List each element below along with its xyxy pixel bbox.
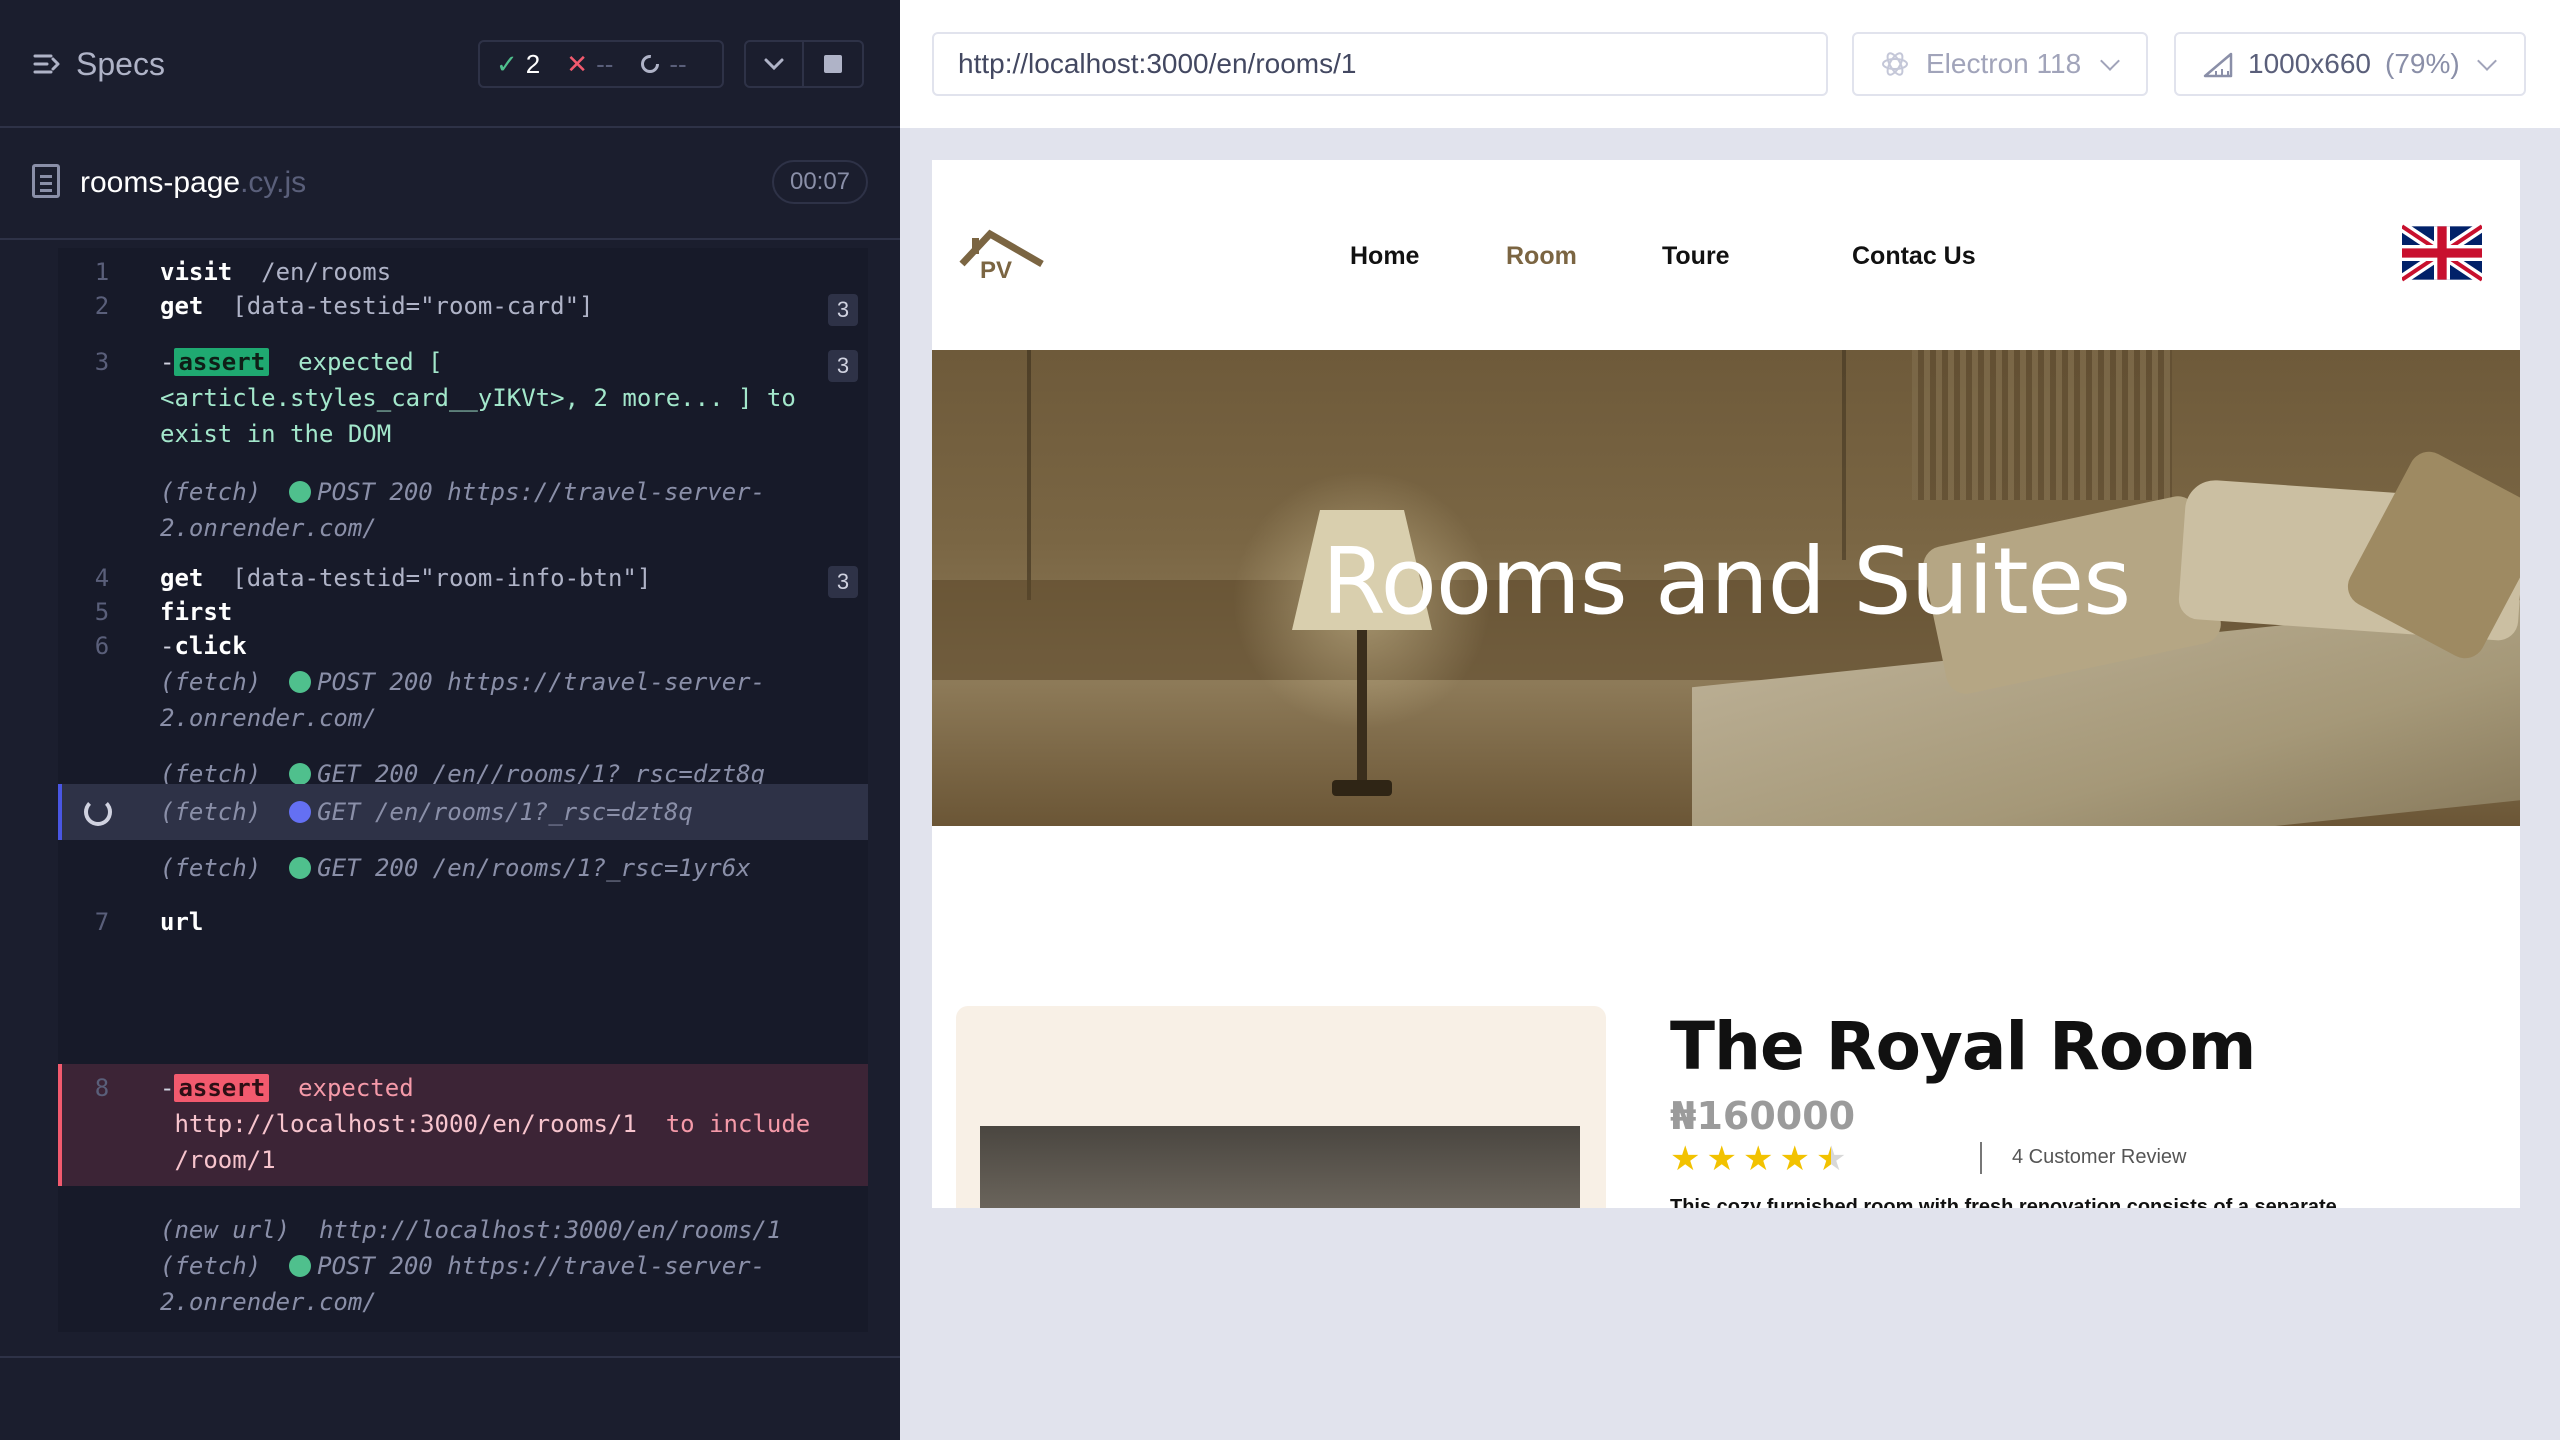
- command-log: 1 visit /en/rooms 2 get [data-testid="ro…: [58, 248, 868, 1332]
- status-dot-icon: [289, 1255, 312, 1277]
- spinner-icon: [84, 798, 112, 826]
- room-image-card: [956, 1006, 1606, 1208]
- specs-toggle-button[interactable]: Specs: [32, 44, 165, 84]
- stop-icon: [824, 55, 842, 73]
- browser-name: Electron 118: [1926, 48, 2082, 79]
- zoom-level: (79%): [2385, 48, 2460, 79]
- test-stats: ✓ 2 ✕ -- --: [478, 40, 724, 88]
- chevron-down-icon: [2100, 51, 2121, 71]
- uk-flag-icon[interactable]: [2402, 224, 2482, 282]
- assert-badge: assert: [174, 1074, 270, 1102]
- cross-icon: ✕: [566, 48, 589, 79]
- collapse-button[interactable]: [744, 40, 804, 88]
- command-row: 8 - assert expected http://localhost:3000…: [94, 1074, 811, 1174]
- fetch-row[interactable]: (fetch) POST 200 https://travel-server- 2.…: [58, 1248, 868, 1320]
- svg-text:PV: PV: [980, 257, 1012, 284]
- specs-label: Specs: [76, 45, 165, 82]
- status-dot-icon: [289, 801, 312, 823]
- app-preview-panel: http://localhost:3000/en/rooms/1 Electro…: [900, 0, 2560, 1440]
- element-count-badge: 3: [828, 294, 858, 326]
- site-navbar: PV Home Room Toure Contac Us: [932, 160, 2520, 350]
- divider: [0, 1356, 900, 1358]
- url-bar[interactable]: http://localhost:3000/en/rooms/1: [932, 32, 1828, 96]
- failed-count: --: [596, 48, 614, 79]
- command-row[interactable]: 3 - assert expected [ <article.styles_car…: [58, 344, 868, 452]
- star-icon: ★: [1670, 1140, 1701, 1178]
- nav-home[interactable]: Home: [1350, 242, 1419, 271]
- nav-contact[interactable]: Contac Us: [1852, 242, 1976, 271]
- passed-count: 2: [525, 48, 541, 79]
- assert-badge: assert: [174, 348, 270, 376]
- menu-expand-icon: [33, 54, 60, 74]
- command-row[interactable]: 2 get [data-testid="room-card"] 3: [58, 288, 868, 332]
- status-dot-icon: [289, 671, 312, 693]
- preview-toolbar: http://localhost:3000/en/rooms/1 Electro…: [900, 0, 2560, 128]
- room-description: This cozy furnished room with fresh reno…: [1670, 1196, 2337, 1208]
- hero-title: Rooms and Suites: [1321, 528, 2131, 635]
- star-icon: ★: [1779, 1140, 1810, 1178]
- ruler-icon: [2203, 52, 2233, 78]
- command-log-panel: Specs ✓ 2 ✕ -- -- rooms-page.cy.js 00:07…: [0, 0, 900, 1440]
- viewport-size: 1000x660: [2248, 48, 2372, 79]
- element-count-badge: 3: [828, 350, 858, 382]
- check-icon: ✓: [496, 48, 518, 79]
- status-dot-icon: [289, 857, 312, 879]
- spec-file-name[interactable]: rooms-page.cy.js: [80, 166, 306, 200]
- pending-count: --: [669, 48, 687, 79]
- specs-header: Specs ✓ 2 ✕ -- --: [0, 0, 900, 128]
- viewport-selector[interactable]: 1000x660 (79%): [2174, 32, 2526, 96]
- room-price: ₦160000: [1670, 1094, 1856, 1138]
- room-photo: [980, 1126, 1580, 1208]
- half-star-icon: ★: [1815, 1140, 1847, 1178]
- stop-button[interactable]: [804, 40, 864, 88]
- chevron-down-icon: [2476, 51, 2497, 71]
- fetch-row[interactable]: (fetch) POST 200 https://travel-server- 2.…: [58, 474, 868, 546]
- nav-room[interactable]: Room: [1506, 242, 1577, 271]
- status-dot-icon: [289, 481, 312, 503]
- divider: [1980, 1142, 1982, 1174]
- rating-stars: ★ ★ ★ ★ ★: [1670, 1142, 1846, 1176]
- site-logo[interactable]: PV: [958, 224, 1048, 284]
- nav-toure[interactable]: Toure: [1662, 242, 1730, 271]
- browser-selector[interactable]: Electron 118: [1852, 32, 2148, 96]
- hero-banner: Rooms and Suites: [932, 350, 2520, 826]
- status-dot-icon: [289, 763, 312, 785]
- star-icon: ★: [1742, 1140, 1774, 1178]
- review-count[interactable]: 4 Customer Review: [2012, 1146, 2187, 1169]
- chevron-down-icon: [764, 58, 784, 71]
- document-icon: [32, 164, 60, 198]
- passed-stat: ✓ 2: [496, 49, 540, 80]
- failed-stat: ✕ --: [566, 49, 613, 80]
- duration-badge: 00:07: [772, 160, 868, 204]
- electron-icon: [1882, 52, 1908, 76]
- pending-icon: [641, 55, 660, 73]
- app-viewport: PV Home Room Toure Contac Us Rooms and S…: [932, 160, 2520, 1208]
- room-title: The Royal Room: [1670, 1008, 2256, 1085]
- star-icon: ★: [1706, 1140, 1737, 1178]
- spec-file-header: rooms-page.cy.js 00:07: [0, 130, 900, 240]
- fetch-row[interactable]: (fetch) POST 200 https://travel-server- 2.…: [58, 664, 868, 736]
- pending-stat: --: [639, 48, 687, 80]
